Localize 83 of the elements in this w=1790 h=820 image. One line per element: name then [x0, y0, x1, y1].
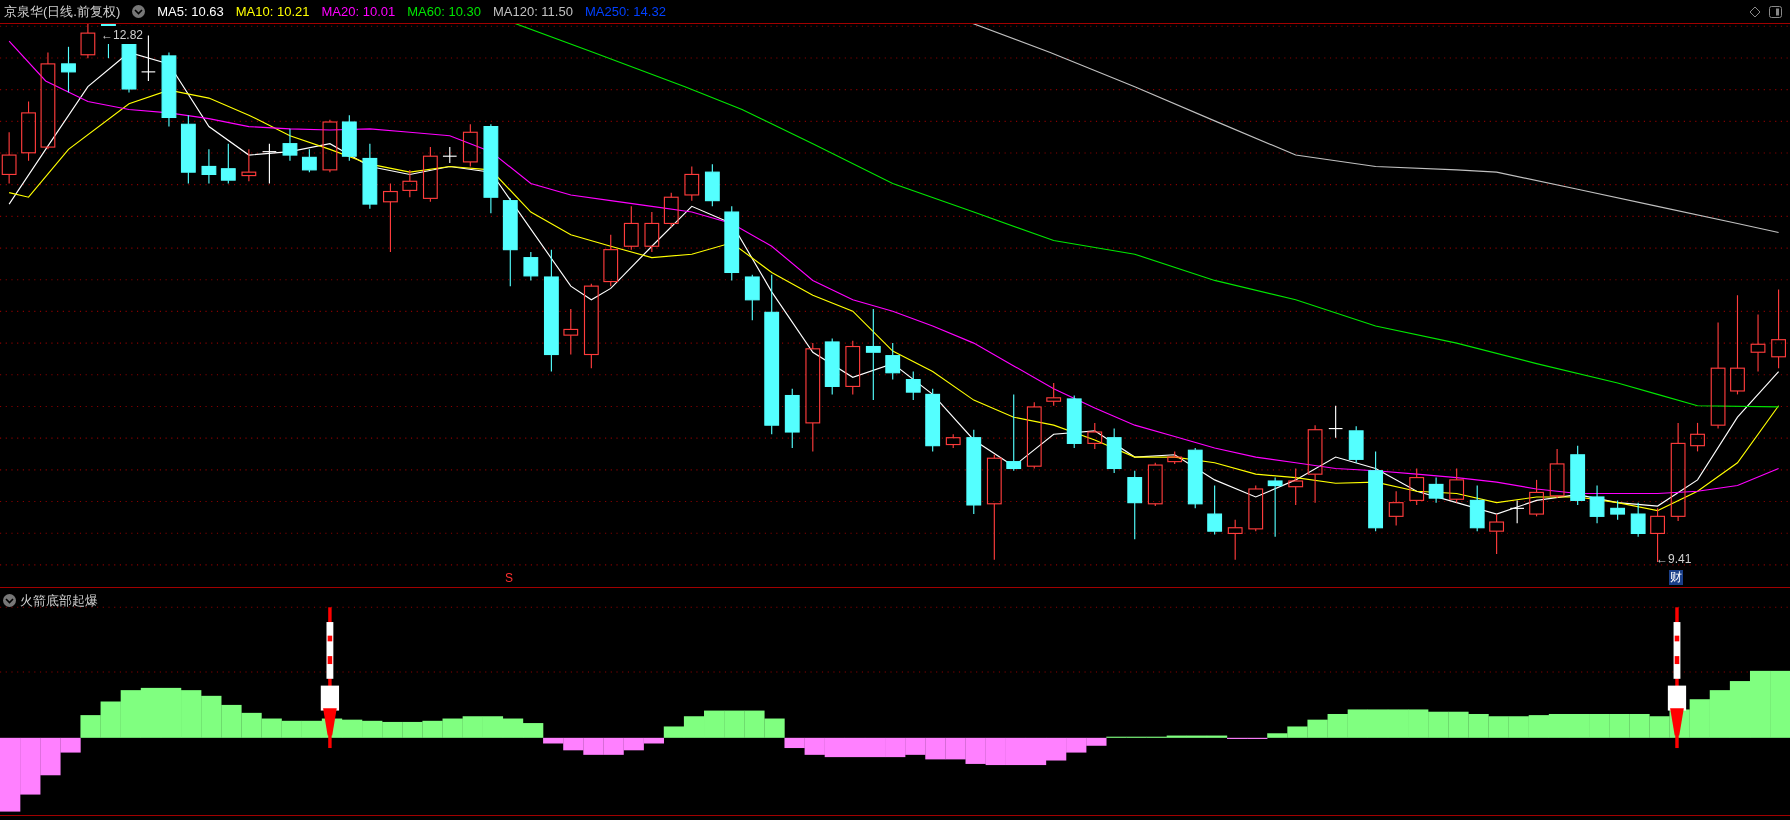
doji-candlestick: [141, 34, 156, 82]
candlestick: [1066, 394, 1082, 449]
candlestick: [704, 163, 720, 207]
candlestick: [1409, 467, 1425, 506]
candlestick: [220, 143, 236, 185]
doji-candlestick: [1509, 499, 1525, 524]
candlestick: [462, 123, 478, 168]
candlestick: [1187, 447, 1203, 509]
collapse-icon[interactable]: [132, 5, 146, 18]
candlestick: [422, 146, 438, 203]
candlestick: [201, 148, 217, 185]
candlestick: [1630, 502, 1646, 538]
candlestick: [383, 183, 398, 253]
doji-candlestick: [262, 143, 277, 185]
candlestick: [1288, 467, 1304, 506]
moving-average-legend: MA250: 14.32: [584, 1, 666, 22]
candlestick: [1690, 422, 1705, 452]
candlestick: [1106, 428, 1122, 474]
candlestick: [1167, 450, 1183, 465]
candlestick: [945, 433, 961, 449]
moving-average-legend: MA120: 11.50: [492, 1, 573, 22]
moving-average-legend: MA5: 10.63: [157, 1, 224, 22]
candlestick: [1469, 485, 1485, 532]
candlestick: [301, 148, 317, 173]
collapse-icon[interactable]: [3, 594, 16, 608]
candlestick: [1248, 485, 1264, 532]
candlestick: [1046, 382, 1062, 407]
candlestick: [623, 205, 639, 251]
candlestick: [1087, 422, 1103, 450]
low-price-label: ←9.41: [1656, 551, 1692, 568]
indicator-title: 火箭底部起爆: [20, 592, 98, 610]
candlestick: [644, 211, 660, 253]
candlestick: [1549, 448, 1565, 499]
candlestick: [684, 165, 700, 202]
candlestick: [21, 100, 36, 162]
moving-average-legend: MA10: 10.21: [235, 1, 310, 22]
finance-badge[interactable]: 财: [1669, 570, 1683, 585]
candlestick: [523, 251, 539, 281]
candlestick: [322, 119, 338, 173]
candlestick: [1428, 477, 1444, 504]
candlestick: [1127, 470, 1143, 540]
panel-toggle-icon[interactable]: [1769, 5, 1782, 18]
candlestick: [1388, 490, 1404, 527]
candlestick: [362, 143, 378, 210]
candlestick: [1610, 499, 1626, 521]
candlestick: [885, 342, 901, 381]
candlestick: [1267, 477, 1283, 538]
candlestick: [1489, 513, 1505, 555]
candlestick: [824, 338, 840, 395]
candlestick: [663, 192, 679, 228]
doji-candlestick: [1328, 405, 1344, 439]
candlestick: [1227, 519, 1243, 561]
candlestick: [925, 388, 941, 452]
moving-average-legend: MA20: 10.01: [321, 1, 396, 22]
candlestick: [1026, 401, 1042, 470]
candlestick: [744, 274, 760, 321]
chart-title: 京泉华(日线.前复权): [4, 2, 121, 21]
diamond-icon[interactable]: [1749, 5, 1761, 18]
doji-candlestick: [442, 146, 458, 164]
candlestick: [61, 46, 76, 93]
candlestick: [1, 131, 17, 185]
high-price-label: ←12.82: [101, 26, 144, 44]
candlestick: [905, 371, 921, 401]
candlestick: [563, 308, 579, 356]
candlestick: [1529, 479, 1544, 517]
candlestick: [241, 148, 257, 182]
candlestick: [1750, 314, 1766, 373]
candlestick: [1570, 445, 1586, 506]
candlestick: [341, 114, 357, 162]
candlestick: [1449, 467, 1465, 504]
candlestick: [80, 24, 96, 59]
candlestick: [180, 114, 196, 185]
candlestick: [784, 388, 800, 449]
candlestick: [1147, 462, 1163, 507]
candlestick: [1207, 485, 1223, 536]
moving-average-legend: MA60: 10.30: [407, 1, 481, 22]
candlestick: [282, 128, 298, 162]
candlestick: [603, 234, 619, 287]
candlestick: [402, 169, 418, 198]
candlestick: [1589, 485, 1605, 524]
signal-marker: S: [505, 572, 513, 584]
candlestick: [845, 340, 861, 395]
candlestick: [1348, 425, 1364, 464]
